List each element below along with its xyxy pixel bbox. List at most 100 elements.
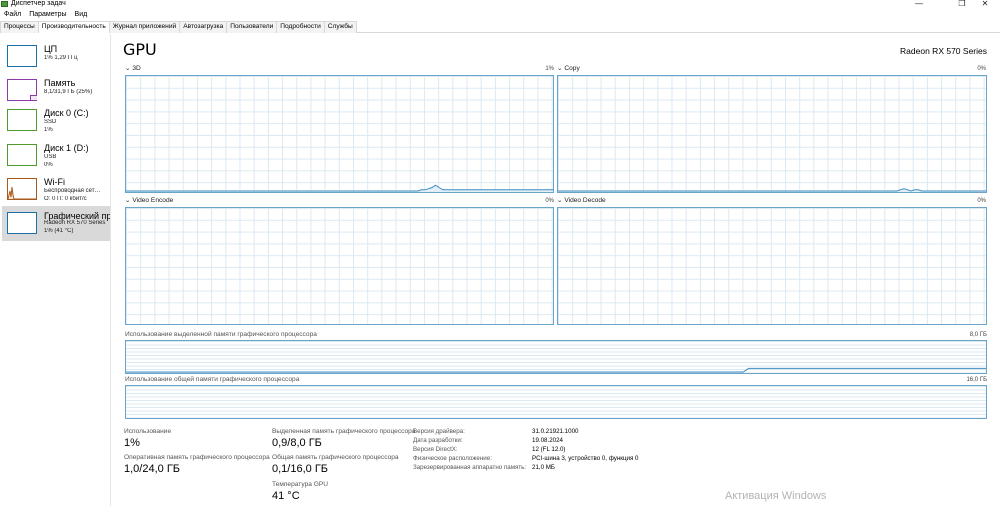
tab-performance[interactable]: Производительность [37, 21, 110, 33]
gpu-thumbnail [7, 212, 37, 234]
engine-graph-video-encode [126, 208, 553, 324]
title-bar: Диспетчер задач — ❐ ✕ [0, 0, 1000, 9]
engine-percent: 0% [977, 66, 986, 72]
physical-location-label: Физическое расположение: [413, 455, 492, 462]
sidebar-item-subtitle: 1% 1,29 ГГц [44, 55, 78, 61]
sidebar-item-memory[interactable]: Память 8,1/31,9 ГБ (25%) [2, 73, 110, 106]
sidebar-item-value: 0% [44, 162, 53, 168]
dedicated-memory-graph [126, 367, 986, 373]
engine-graph-copy [558, 188, 986, 192]
tab-details[interactable]: Подробности [276, 21, 325, 33]
gpu-memory-label: Оперативная память графического процессо… [124, 454, 270, 461]
sidebar-item-title: Wi-Fi [44, 177, 65, 187]
physical-location-value: PCI-шина 3, устройство 0, функция 0 [532, 455, 639, 462]
tab-processes[interactable]: Процессы [0, 21, 39, 33]
tab-services[interactable]: Службы [323, 21, 357, 33]
sidebar-item-gpu[interactable]: Графический процессор 0 Radeon RX 570 Se… [2, 206, 110, 241]
menu-file[interactable]: Файл [0, 10, 25, 20]
page-title: GPU [123, 40, 157, 59]
utilization-value: 1% [124, 437, 140, 449]
engine-percent: 0% [977, 198, 986, 204]
sidebar-item-value: 1% (41 °C) [44, 228, 74, 234]
engine-graph-video-decode [558, 208, 986, 324]
gpu-temperature-value: 41 °C [272, 490, 300, 502]
sidebar-item-disk-0[interactable]: Диск 0 (C:) SSD 1% [2, 103, 110, 136]
dedicated-memory-label: Выделенная память графического процессор… [272, 428, 416, 435]
sidebar-item-cpu[interactable]: ЦП 1% 1,29 ГГц [2, 39, 110, 72]
sidebar-item-title: Диск 1 (D:) [44, 143, 89, 153]
engine-chart-3d [125, 75, 554, 193]
engine-selector-video-decode[interactable]: ⌄ Video Decode [557, 197, 606, 205]
disk-thumbnail [7, 144, 37, 166]
sidebar-item-subtitle: USB [44, 154, 57, 160]
driver-version-label: Версия драйвера: [413, 428, 465, 435]
directx-version-label: Версия DirectX: [413, 446, 458, 453]
sidebar-item-subtitle: Radeon RX 570 Series [44, 220, 106, 226]
sidebar-item-disk-1[interactable]: Диск 1 (D:) USB 0% [2, 138, 110, 171]
menu-bar: Файл Параметры Вид [0, 10, 91, 20]
memory-thumbnail [7, 79, 37, 101]
sidebar-item-value: О: 0 П: 0 кбит/с [44, 196, 87, 202]
reserved-memory-value: 21,0 МБ [532, 464, 555, 471]
gpu-memory-value: 1,0/24,0 ГБ [124, 463, 180, 475]
sidebar-item-wifi[interactable]: Wi-Fi Беспроводная сет… О: 0 П: 0 кбит/с [2, 172, 110, 205]
sidebar-item-title: Память [44, 78, 76, 88]
engine-percent: 0% [545, 198, 554, 204]
dedicated-memory-line [126, 367, 986, 373]
tab-startup[interactable]: Автозагрузка [179, 21, 228, 33]
driver-version-value: 31.0.21921.1000 [532, 428, 579, 435]
wifi-activity-graph [8, 186, 36, 199]
tab-bar: Процессы Производительность Журнал прило… [0, 21, 1000, 33]
sidebar-item-subtitle: 8,1/31,9 ГБ (25%) [44, 89, 93, 95]
engine-utilization-line [558, 188, 986, 192]
wifi-thumbnail [7, 178, 37, 200]
task-manager-icon [1, 1, 8, 7]
cpu-thumbnail [7, 45, 37, 67]
sidebar-item-value: 1% [44, 127, 53, 133]
engine-graph-3d [126, 184, 553, 192]
engine-name: Copy [564, 65, 580, 72]
menu-options[interactable]: Параметры [25, 10, 70, 20]
engine-chart-video-encode [125, 207, 554, 325]
engine-selector-copy[interactable]: ⌄ Copy [557, 65, 580, 73]
gpu-temperature-label: Температура GPU [272, 481, 329, 488]
disk-thumbnail [7, 109, 37, 131]
shared-memory-value: 0,1/16,0 ГБ [272, 463, 328, 475]
engine-selector-3d[interactable]: ⌄ 3D [125, 65, 141, 73]
gpu-model-name: Radeon RX 570 Series [900, 46, 987, 56]
engine-utilization-line [126, 184, 553, 192]
sidebar-item-title: ЦП [44, 44, 58, 54]
sidebar-item-title: Диск 0 (C:) [44, 108, 89, 118]
sidebar-item-subtitle: SSD [44, 119, 57, 125]
driver-date-value: 19.08.2024 [532, 437, 563, 444]
reserved-memory-label: Зарезервированная аппаратно память: [413, 464, 527, 471]
shared-memory-label: Общая память графического процессора [272, 454, 399, 461]
shared-memory-chart [125, 385, 987, 419]
utilization-label: Использование [124, 428, 172, 435]
engine-selector-video-encode[interactable]: ⌄ Video Encode [125, 197, 173, 205]
engine-name: Video Encode [132, 197, 174, 204]
engine-percent: 1% [545, 66, 554, 72]
resource-sidebar: ЦП 1% 1,29 ГГц Память 8,1/31,9 ГБ (25%) … [0, 34, 111, 506]
directx-version-value: 12 (FL 12.0) [532, 446, 566, 453]
menu-view[interactable]: Вид [71, 10, 92, 20]
dedicated-memory-chart-max: 8,0 ГБ [969, 332, 987, 338]
shared-memory-chart-label: Использование общей памяти графического … [125, 376, 300, 383]
dedicated-memory-chart-label: Использование выделенной памяти графичес… [125, 331, 317, 338]
close-button[interactable]: ✕ [970, 0, 1000, 9]
tab-users[interactable]: Пользователи [226, 21, 278, 33]
engine-chart-video-decode [557, 207, 987, 325]
engine-name: 3D [132, 65, 141, 72]
minimize-button[interactable]: — [904, 0, 934, 9]
engine-chart-copy [557, 75, 987, 193]
sidebar-item-subtitle: Беспроводная сет… [44, 188, 101, 194]
driver-date-label: Дата разработки: [413, 437, 463, 444]
engine-utilization-area [558, 188, 986, 192]
engine-name: Video Decode [564, 197, 606, 204]
dedicated-memory-value: 0,9/8,0 ГБ [272, 437, 322, 449]
shared-memory-chart-max: 16,0 ГБ [966, 377, 987, 383]
windows-activation-watermark: Активация Windows [725, 490, 827, 502]
window-title: Диспетчер задач [11, 0, 66, 7]
dedicated-memory-chart [125, 340, 987, 374]
tab-app-history[interactable]: Журнал приложений [108, 21, 181, 33]
